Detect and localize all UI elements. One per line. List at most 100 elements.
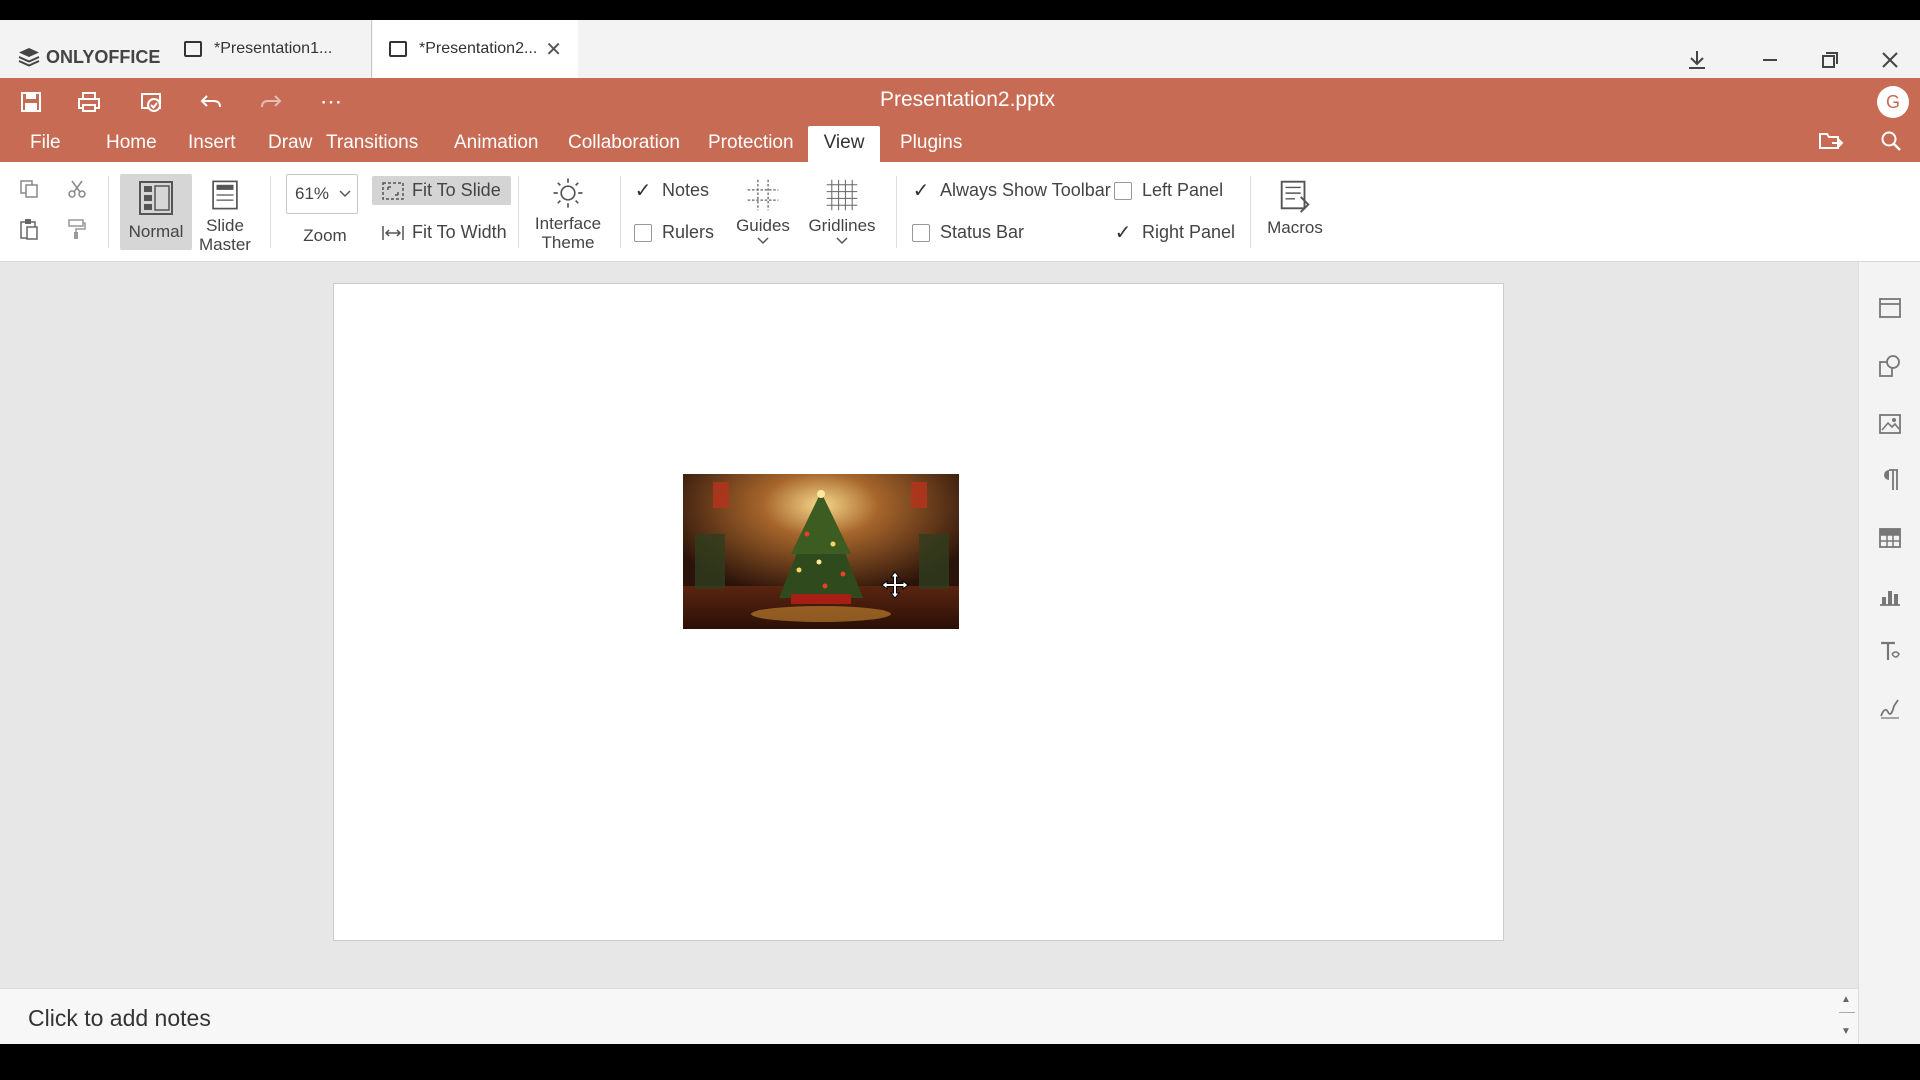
slide-master-button[interactable]: Slide Master xyxy=(196,178,254,254)
print-icon[interactable] xyxy=(74,87,104,117)
guides-button[interactable]: Guides xyxy=(728,178,798,245)
zoom-value: 61% xyxy=(295,184,330,203)
guides-icon xyxy=(747,179,779,211)
notes-area[interactable]: Click to add notes xyxy=(0,988,1858,1044)
interface-theme-label-line1: Interface xyxy=(534,214,602,233)
rulers-checkbox[interactable]: Rulers xyxy=(634,222,714,243)
fit-to-width-button[interactable]: Fit To Width xyxy=(372,218,517,247)
normal-view-button[interactable]: Normal xyxy=(120,174,192,250)
user-avatar[interactable]: G xyxy=(1877,86,1909,118)
scroll-up-icon[interactable]: ▲ xyxy=(1841,994,1851,1005)
christmas-tree-image[interactable] xyxy=(683,474,959,629)
vertical-scrollbar[interactable]: ▲ ▼ xyxy=(1836,988,1858,1044)
fit-to-slide-label: Fit To Slide xyxy=(412,180,501,200)
always-show-toolbar-label: Always Show Toolbar xyxy=(940,180,1111,200)
fit-to-slide-button[interactable]: Fit To Slide xyxy=(372,176,511,205)
toolbar-separator xyxy=(518,176,519,248)
format-painter-icon[interactable] xyxy=(62,214,92,244)
chevron-down-icon xyxy=(836,237,848,245)
checkmark-icon: ✓ xyxy=(634,180,652,202)
status-bar-checkbox[interactable]: Status Bar xyxy=(912,222,1024,243)
menu-transitions[interactable]: Transitions xyxy=(314,126,430,162)
slide-workspace[interactable] xyxy=(0,262,1858,988)
minimize-icon[interactable] xyxy=(1748,42,1792,78)
normal-view-icon xyxy=(139,181,173,215)
copy-icon[interactable] xyxy=(14,174,44,204)
menu-plugins[interactable]: Plugins xyxy=(888,126,974,162)
toolbar-separator xyxy=(620,176,621,248)
menu-protection[interactable]: Protection xyxy=(696,126,806,162)
checkbox-box xyxy=(634,223,652,242)
always-show-toolbar-checkbox[interactable]: ✓ Always Show Toolbar xyxy=(912,180,1111,202)
menu-file[interactable]: File xyxy=(18,126,73,162)
tab-bar: ONLYOFFICE *Presentation1... *Presentati… xyxy=(0,20,1920,78)
slide-master-icon xyxy=(212,180,238,210)
left-panel-label: Left Panel xyxy=(1142,180,1224,200)
close-icon[interactable] xyxy=(1868,42,1912,78)
quick-print-icon[interactable] xyxy=(136,87,166,117)
normal-view-label: Normal xyxy=(128,222,184,241)
text-art-settings-icon[interactable] xyxy=(1874,636,1906,668)
close-tab-icon[interactable]: ✕ xyxy=(545,37,562,62)
rulers-checkbox-label: Rulers xyxy=(662,222,715,242)
sun-icon xyxy=(553,178,583,208)
tab-label: *Presentation2... xyxy=(419,40,538,57)
undo-icon[interactable] xyxy=(196,87,226,117)
status-bar-label: Status Bar xyxy=(940,222,1025,242)
table-settings-icon[interactable] xyxy=(1874,522,1906,554)
notes-placeholder: Click to add notes xyxy=(28,1005,211,1031)
document-title: Presentation2.pptx xyxy=(880,88,1056,111)
maximize-icon[interactable] xyxy=(1808,42,1852,78)
gridlines-label: Gridlines xyxy=(808,216,876,235)
interface-theme-label-line2: Theme xyxy=(541,233,595,252)
redo-icon[interactable] xyxy=(256,87,286,117)
macros-button[interactable]: Macros xyxy=(1262,176,1328,237)
toolbar-separator xyxy=(1250,176,1251,248)
toolbar-separator xyxy=(896,176,897,248)
notes-checkbox[interactable]: ✓ Notes xyxy=(634,180,709,202)
left-panel-checkbox[interactable]: Left Panel xyxy=(1114,180,1223,201)
toolbar-separator xyxy=(270,176,271,248)
more-options-icon[interactable]: ⋯ xyxy=(316,87,346,117)
cut-icon[interactable] xyxy=(62,174,92,204)
chevron-down-icon xyxy=(339,190,351,198)
right-panel-checkbox[interactable]: ✓ Right Panel xyxy=(1114,222,1235,244)
bottom-strip xyxy=(0,1044,1920,1080)
scrollbar-track xyxy=(1839,1012,1855,1013)
brand-name: ONLYOFFICE xyxy=(46,46,161,67)
slide-settings-icon[interactable] xyxy=(1874,292,1906,324)
tab-presentation2[interactable]: *Presentation2... ✕ xyxy=(373,20,578,78)
search-icon[interactable] xyxy=(1876,126,1906,156)
presentation-doc-icon xyxy=(184,41,202,57)
app-window: ONLYOFFICE *Presentation1... *Presentati… xyxy=(0,0,1920,1080)
tab-presentation1[interactable]: *Presentation1... xyxy=(168,20,372,78)
chart-settings-icon[interactable] xyxy=(1874,580,1906,612)
image-settings-icon[interactable] xyxy=(1874,408,1906,440)
slide-master-label-line2: Master xyxy=(199,235,251,254)
zoom-select[interactable]: 61% xyxy=(286,174,358,214)
guides-label: Guides xyxy=(736,216,790,235)
menu-view[interactable]: View xyxy=(808,126,880,162)
paste-icon[interactable] xyxy=(14,214,44,244)
gridlines-button[interactable]: Gridlines xyxy=(802,178,882,245)
paragraph-settings-icon[interactable] xyxy=(1874,464,1906,496)
checkbox-box xyxy=(912,223,930,242)
header: ⋯ Presentation2.pptx G File Home Insert … xyxy=(0,78,1920,162)
menu-insert[interactable]: Insert xyxy=(176,126,248,162)
view-toolbar: Normal Slide Master 61% Zoom Fit To Slid… xyxy=(0,162,1920,262)
shape-settings-icon[interactable] xyxy=(1874,350,1906,382)
onlyoffice-logo: ONLYOFFICE xyxy=(18,42,160,72)
menu-home[interactable]: Home xyxy=(94,126,169,162)
scroll-down-icon[interactable]: ▼ xyxy=(1841,1026,1851,1037)
macros-label: Macros xyxy=(1267,218,1323,237)
interface-theme-button[interactable]: Interface Theme xyxy=(530,176,606,252)
zoom-label: Zoom xyxy=(300,226,350,245)
save-icon[interactable] xyxy=(16,87,46,117)
menu-collaboration[interactable]: Collaboration xyxy=(556,126,692,162)
signature-settings-icon[interactable] xyxy=(1874,692,1906,724)
menu-animation[interactable]: Animation xyxy=(442,126,551,162)
chevron-down-icon xyxy=(757,237,769,245)
open-file-location-icon[interactable] xyxy=(1816,126,1846,156)
download-icon[interactable] xyxy=(1675,42,1719,78)
slide-canvas[interactable] xyxy=(333,283,1504,941)
